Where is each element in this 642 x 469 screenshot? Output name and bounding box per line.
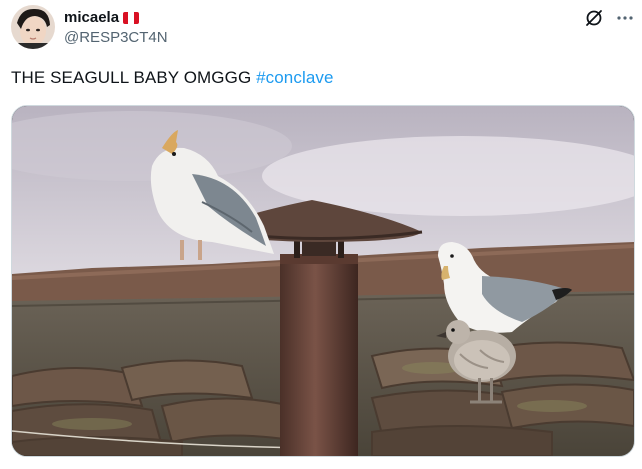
tweet-card: micaela @RESP3CT4N THE SEAGULL BABY OMGG… bbox=[0, 0, 642, 469]
hashtag-link[interactable]: #conclave bbox=[256, 68, 333, 87]
display-name[interactable]: micaela bbox=[64, 9, 119, 26]
seagull-rooftop-photo bbox=[12, 106, 634, 456]
tweet-media-image[interactable] bbox=[11, 105, 635, 457]
display-name-row: micaela bbox=[64, 7, 168, 28]
tweet-body: THE SEAGULL BABY OMGGG bbox=[11, 68, 257, 87]
avatar[interactable] bbox=[11, 5, 55, 49]
grok-icon[interactable] bbox=[584, 8, 604, 28]
user-info: micaela @RESP3CT4N bbox=[64, 7, 168, 46]
tweet-text: THE SEAGULL BABY OMGGG #conclave bbox=[11, 66, 334, 90]
handle[interactable]: @RESP3CT4N bbox=[64, 29, 168, 46]
peru-flag-icon bbox=[123, 11, 140, 24]
more-icon[interactable] bbox=[614, 8, 636, 28]
